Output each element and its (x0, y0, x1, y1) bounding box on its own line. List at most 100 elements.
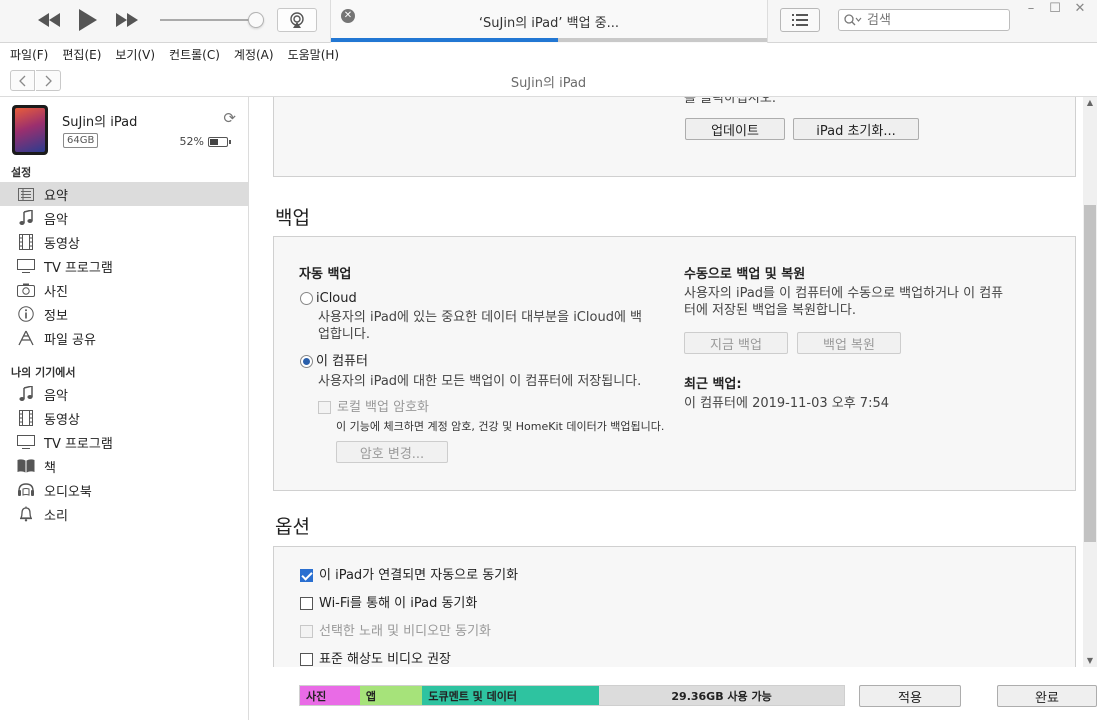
option-checkbox-0[interactable] (300, 569, 313, 582)
list-icon (792, 14, 808, 26)
close-window-button[interactable]: ✕ (1069, 0, 1091, 16)
option-checkbox-1[interactable] (300, 597, 313, 610)
on-device-item-1[interactable]: 동영상 (0, 406, 248, 430)
volume-knob[interactable] (248, 12, 264, 28)
play-icon (79, 9, 97, 31)
book-icon (16, 457, 36, 475)
device-header[interactable]: SuJin의 iPad ⟳ 64GB 52% (12, 105, 240, 157)
option-label-2: 선택한 노래 및 비디오만 동기화 (319, 624, 492, 639)
settings-item-label: 파일 공유 (44, 332, 96, 348)
on-device-item-4[interactable]: 오디오북 (0, 478, 248, 502)
close-icon: ✕ (1074, 0, 1086, 16)
restore-backup-button[interactable]: 백업 복원 (797, 332, 901, 354)
on-device-item-label: 동영상 (44, 412, 80, 428)
scroll-thumb[interactable] (1084, 205, 1096, 542)
sync-icon[interactable]: ⟳ (223, 109, 236, 127)
on-device-item-0[interactable]: 음악 (0, 382, 248, 406)
software-partial-text: 를 클릭하십시오. (684, 97, 776, 106)
option-label-3: 표준 해상도 비디오 권장 (319, 652, 451, 667)
auto-backup-title: 자동 백업 (299, 267, 352, 282)
latest-backup-title: 최근 백업: (684, 377, 742, 392)
settings-item-4[interactable]: 사진 (0, 278, 248, 302)
menu-help[interactable]: 도움말(H) (288, 46, 340, 63)
software-panel: 를 클릭하십시오. 업데이트 iPad 초기화... (273, 97, 1076, 177)
icloud-label[interactable]: iCloud (316, 290, 357, 307)
options-heading: 옵션 (275, 516, 310, 538)
restore-ipad-button[interactable]: iPad 초기화... (793, 118, 919, 140)
menu-file[interactable]: 파일(F) (10, 46, 48, 63)
storage-bar: 사진 앱 도큐멘트 및 데이터 29.36GB 사용 가능 (299, 685, 845, 706)
search-input[interactable] (867, 12, 1007, 28)
ipad-thumbnail (12, 105, 48, 155)
airplay-button[interactable] (277, 8, 317, 32)
summary-icon (16, 185, 36, 203)
film-icon (16, 233, 36, 251)
scroll-down-icon[interactable]: ▼ (1083, 655, 1097, 667)
backup-heading: 백업 (275, 207, 310, 229)
done-button[interactable]: 완료 (997, 685, 1097, 707)
settings-item-6[interactable]: 파일 공유 (0, 326, 248, 350)
sidebar: SuJin의 iPad ⟳ 64GB 52% 설정 요약 음악 동영상 TV 프로그램… (0, 97, 249, 720)
manual-backup-description-line1: 사용자의 iPad를 이 컴퓨터에 수동으로 백업하거나 이 컴퓨 (684, 286, 1004, 301)
on-device-item-5[interactable]: 소리 (0, 502, 248, 526)
encrypt-backup-checkbox[interactable] (318, 401, 331, 414)
on-device-header: 나의 기기에서 (11, 366, 76, 379)
this-computer-label[interactable]: 이 컴퓨터 (316, 353, 368, 370)
fast-forward-icon (116, 13, 138, 27)
vertical-scrollbar[interactable]: ▲ ▼ (1083, 97, 1097, 667)
settings-item-label: 동영상 (44, 236, 80, 252)
fast-forward-button[interactable] (112, 8, 142, 32)
tv-icon (16, 257, 36, 275)
settings-item-label: 사진 (44, 284, 68, 300)
settings-item-label: 요약 (44, 188, 68, 204)
volume-slider[interactable] (160, 12, 264, 28)
capacity-badge: 64GB (63, 133, 99, 148)
on-device-item-2[interactable]: TV 프로그램 (0, 430, 248, 454)
maximize-button[interactable]: ☐ (1044, 0, 1066, 16)
settings-item-label: 정보 (44, 308, 68, 324)
this-computer-radio[interactable] (300, 355, 313, 368)
option-checkbox-3[interactable] (300, 653, 313, 666)
storage-segment-0: 사진 (300, 686, 360, 705)
latest-backup-value: 이 컴퓨터에 2019-11-03 오후 7:54 (684, 396, 889, 411)
settings-item-2[interactable]: 동영상 (0, 230, 248, 254)
settings-item-5[interactable]: 정보 (0, 302, 248, 326)
camera-icon (16, 281, 36, 299)
apply-button[interactable]: 적용 (859, 685, 961, 707)
encrypt-backup-description: 이 기능에 체크하면 계정 암호, 건강 및 HomeKit 데이터가 백업됩니… (336, 420, 665, 433)
settings-item-1[interactable]: 음악 (0, 206, 248, 230)
maximize-icon: ☐ (1049, 0, 1061, 16)
rewind-button[interactable] (34, 8, 64, 32)
update-button[interactable]: 업데이트 (685, 118, 785, 140)
option-label-1: Wi-Fi를 통해 이 iPad 동기화 (319, 596, 478, 611)
up-next-button[interactable] (780, 8, 820, 32)
menu-account[interactable]: 계정(A) (234, 46, 274, 63)
settings-item-0[interactable]: 요약 (0, 182, 248, 206)
change-password-button[interactable]: 암호 변경... (336, 441, 448, 463)
manual-backup-description-line2: 터에 저장된 백업을 복원합니다. (684, 303, 857, 318)
play-button[interactable] (76, 6, 100, 34)
icloud-radio[interactable] (300, 292, 313, 305)
minimize-button[interactable]: – (1020, 0, 1042, 16)
encrypt-backup-label: 로컬 백업 암호화 (337, 400, 429, 415)
option-checkbox-2[interactable] (300, 625, 313, 638)
player-toolbar: ✕ ‘SuJin의 iPad’ 백업 중... – ☐ ✕ (0, 0, 1097, 43)
settings-item-3[interactable]: TV 프로그램 (0, 254, 248, 278)
device-name: SuJin의 iPad (62, 115, 138, 130)
menu-view[interactable]: 보기(V) (115, 46, 155, 63)
on-device-item-label: TV 프로그램 (44, 436, 113, 452)
on-device-item-3[interactable]: 책 (0, 454, 248, 478)
scroll-up-icon[interactable]: ▲ (1083, 97, 1097, 109)
progress-bar (331, 38, 767, 42)
options-panel: 이 iPad가 연결되면 자동으로 동기화 Wi-Fi를 통해 이 iPad 동기… (273, 546, 1076, 667)
film-icon (16, 409, 36, 427)
battery-percent: 52% (179, 135, 204, 148)
menu-controls[interactable]: 컨트롤(C) (169, 46, 220, 63)
menu-edit[interactable]: 편집(E) (62, 46, 101, 63)
bell-icon (16, 505, 36, 523)
backup-now-button[interactable]: 지금 백업 (684, 332, 788, 354)
music-note-icon (16, 209, 36, 227)
on-device-list: 음악동영상 TV 프로그램책 오디오북 소리 (0, 382, 248, 526)
search-box[interactable] (838, 9, 1010, 31)
music-note-icon (16, 385, 36, 403)
